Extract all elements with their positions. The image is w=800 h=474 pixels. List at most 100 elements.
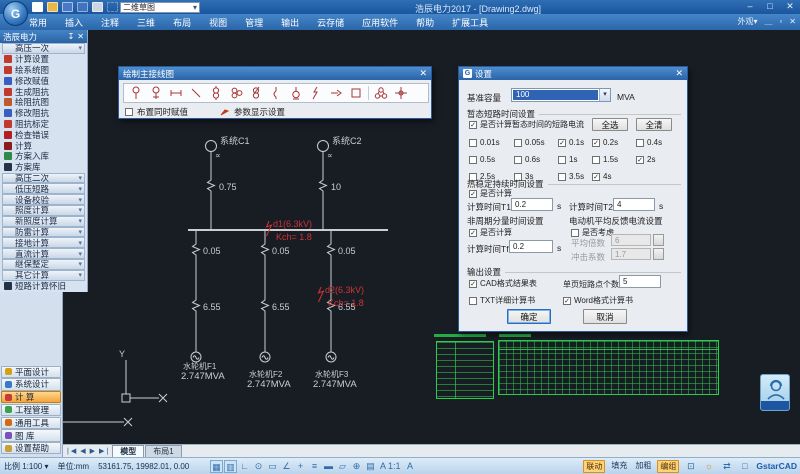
palette-group-13[interactable]: 低压短路▾ (2, 183, 85, 194)
magnifier-icon[interactable]: ⊕ (350, 460, 363, 473)
menu-item-6[interactable]: 管理 (236, 14, 272, 31)
switch-window-icon[interactable]: ⇄ (720, 460, 733, 473)
palette-group-12[interactable]: 高压二次▾ (2, 173, 85, 184)
menu-item-3[interactable]: 三维 (128, 14, 164, 31)
next-tab-icon[interactable]: ▶ (88, 447, 97, 455)
prev-tab-icon[interactable]: ◀ (78, 447, 87, 455)
ortho-icon[interactable]: ∟ (238, 460, 251, 473)
ribbon-restore-icon[interactable]: ▫ (779, 17, 782, 26)
otrack-icon[interactable]: ∠ (280, 460, 293, 473)
grid-icon[interactable]: ▥ (224, 460, 237, 473)
symbol-reactor-icon[interactable] (166, 85, 186, 101)
palette-item-6[interactable]: 修改阻抗 (0, 108, 87, 119)
layer-icon[interactable]: ≡ (308, 460, 321, 473)
menu-item-2[interactable]: 注释 (92, 14, 128, 31)
symbol-fault-icon[interactable] (306, 85, 326, 101)
open-file-icon[interactable] (47, 2, 58, 12)
base-capacity-combo[interactable]: 100 ▾ (511, 88, 611, 102)
aperiodic-calc-checkbox[interactable]: 是否计算 (469, 227, 512, 238)
plot-icon[interactable] (92, 2, 103, 12)
symbol-branch-icon[interactable] (326, 85, 346, 101)
menu-item-8[interactable]: 云存储 (308, 14, 353, 31)
status-toggle-0[interactable]: 联动 (583, 460, 605, 473)
nav-button-2[interactable]: 计 算 (1, 391, 61, 403)
symbol-motor-icon[interactable] (286, 85, 306, 101)
snap-icon[interactable]: ▦ (210, 460, 223, 473)
ribbon-minimize-icon[interactable]: ＿ (764, 16, 772, 27)
symbol-transformer3-icon[interactable] (226, 85, 246, 101)
param-display-label[interactable]: 参数显示设置 (234, 106, 285, 118)
settings-dialog-titlebar[interactable]: G 设置 ✕ (459, 67, 687, 80)
palette-group-21[interactable]: 其它计算▾ (2, 270, 85, 281)
last-tab-icon[interactable]: ▶❘ (97, 447, 112, 455)
new-file-icon[interactable] (32, 2, 43, 12)
palette-item-9[interactable]: 计算 (0, 140, 87, 151)
status-toggle-2[interactable]: 加粗 (633, 460, 653, 473)
symbol-transformer-tap-icon[interactable] (246, 85, 266, 101)
palette-group-0[interactable]: 高压一次▾ (2, 43, 85, 54)
time-checkbox-2[interactable]: 0.1s (558, 134, 592, 151)
palette-close-icon[interactable]: ✕ (77, 32, 84, 41)
symbol-breaker-icon[interactable] (266, 85, 286, 101)
nav-button-6[interactable]: 设置帮助 (1, 442, 61, 454)
time-checkbox-5[interactable]: 0.5s (469, 151, 514, 168)
clear-all-button[interactable]: 全清 (636, 118, 672, 131)
palette-item-5[interactable]: 绘阻抗图 (0, 97, 87, 108)
palette-item-22[interactable]: 短路计算怀旧 (0, 281, 87, 292)
clean-screen-icon[interactable]: □ (738, 460, 751, 473)
palette-group-18[interactable]: 接地计算▾ (2, 237, 85, 248)
thermal-calc-checkbox[interactable]: 是否计算 (469, 188, 512, 199)
palette-item-8[interactable]: 检查错误 (0, 129, 87, 140)
menu-item-7[interactable]: 输出 (272, 14, 308, 31)
menu-item-10[interactable]: 帮助 (407, 14, 443, 31)
drawing-dialog-titlebar[interactable]: 绘制主接线图 ✕ (119, 67, 431, 80)
time-checkbox-1[interactable]: 0.05s (514, 134, 558, 151)
time-checkbox-6[interactable]: 0.6s (514, 151, 558, 168)
menu-item-5[interactable]: 视图 (200, 14, 236, 31)
time-checkbox-0[interactable]: 0.01s (469, 134, 514, 151)
select-cycling-icon[interactable]: ▱ (336, 460, 349, 473)
palette-item-7[interactable]: 阻抗标定 (0, 119, 87, 130)
t1-field[interactable]: 0.2 (511, 198, 553, 211)
first-tab-icon[interactable]: ❘◀ (63, 447, 78, 455)
lineweight-icon[interactable]: ▬ (322, 460, 335, 473)
palette-header[interactable]: 浩辰电力 ↧ ✕ (0, 30, 87, 43)
tab-model[interactable]: 模型 (112, 445, 144, 457)
support-badge[interactable] (760, 374, 790, 411)
status-toggle-1[interactable]: 填充 (609, 460, 629, 473)
symbol-delta-icon[interactable] (371, 85, 391, 101)
scale-dropdown[interactable]: 比例 1:100 ▾ (4, 461, 49, 472)
palette-group-19[interactable]: 直流计算▾ (2, 248, 85, 259)
minimize-button[interactable]: – (743, 1, 757, 12)
maximize-button[interactable]: □ (763, 1, 777, 12)
ok-button[interactable]: 确定 (507, 309, 551, 324)
time-checkbox-3[interactable]: 0.2s (592, 134, 636, 151)
save-as-icon[interactable] (77, 2, 88, 12)
symbol-line-icon[interactable] (186, 85, 206, 101)
time-checkbox-7[interactable]: 1s (558, 151, 592, 168)
palette-group-15[interactable]: 照度计算▾ (2, 205, 85, 216)
time-checkbox-8[interactable]: 1.5s (592, 151, 636, 168)
menu-item-1[interactable]: 插入 (56, 14, 92, 31)
annotation-icon[interactable]: A (404, 460, 417, 473)
status-toggle-3[interactable]: 编组 (657, 460, 679, 473)
palette-item-10[interactable]: 方案入库 (0, 151, 87, 162)
symbol-source2-icon[interactable] (146, 85, 166, 101)
transient-calc-checkbox[interactable]: 是否计算暂态时间的短路电流 (469, 119, 584, 130)
txt-output-checkbox[interactable]: TXT详细计算书 (469, 295, 535, 306)
cancel-button[interactable]: 取消 (583, 309, 627, 324)
app-logo-icon[interactable]: G (3, 1, 28, 26)
symbol-node-icon[interactable] (391, 85, 411, 101)
t2-field[interactable]: 4 (613, 198, 655, 211)
palette-group-17[interactable]: 防雷计算▾ (2, 227, 85, 238)
palette-item-2[interactable]: 绘系统图 (0, 65, 87, 76)
nav-button-0[interactable]: 平面设计 (1, 366, 61, 378)
symbol-transformer2-icon[interactable] (206, 85, 226, 101)
nav-button-4[interactable]: 通用工具 (1, 417, 61, 429)
palette-item-4[interactable]: 生成阻抗 (0, 86, 87, 97)
close-button[interactable]: ✕ (783, 1, 797, 12)
workspace-combo[interactable]: 二维草图 ▾ (120, 2, 200, 13)
lock-ui-icon[interactable]: ⊡ (684, 460, 697, 473)
isolate-bulb-icon[interactable]: ☼ (702, 460, 715, 473)
assign-while-place-checkbox[interactable] (125, 108, 133, 116)
